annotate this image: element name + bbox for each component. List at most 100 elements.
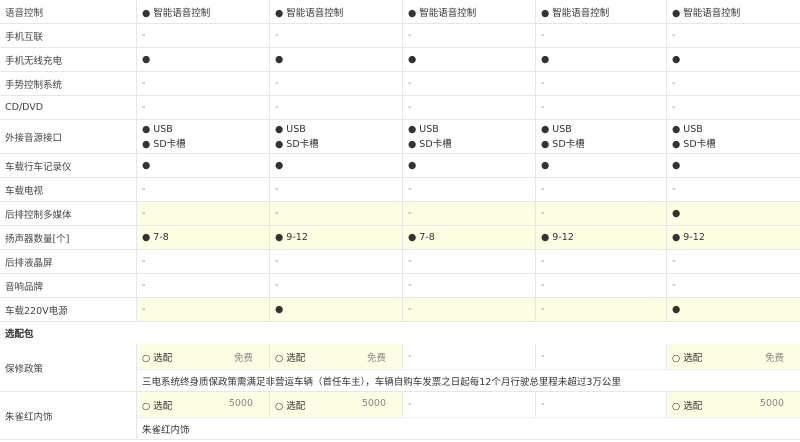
option-price: 免费 [366, 352, 386, 364]
package-note: 三电系统终身质保政策需满足非营运车辆（首任车主），车辆自购车发票之日起每12个月… [136, 369, 800, 392]
value-text: - [408, 280, 412, 291]
option-text: - [408, 399, 412, 410]
option-text: - [541, 351, 545, 362]
value-text: ● 智能语音控制 [275, 7, 344, 19]
value-cell: - [269, 96, 402, 119]
row-label-text: CD/DVD [5, 102, 44, 113]
value-text: - [672, 256, 676, 267]
row-label-text: 车载220V电源 [5, 305, 68, 317]
option-text: ○ 选配 [142, 352, 173, 364]
value-cell: ● 智能语音控制 [136, 0, 269, 23]
value-text: - [541, 304, 545, 315]
value-text: ● SD卡槽 [408, 138, 452, 150]
table-row: 车载行车记录仪 ● ● ● ● ● [0, 154, 800, 178]
option-cell[interactable]: ○ 选配 5000 [666, 392, 800, 417]
value-text: ● SD卡槽 [142, 138, 186, 150]
value-text: ● USB [541, 123, 572, 135]
option-cell[interactable]: ○ 选配 免费 [666, 344, 800, 369]
value-text: ● [672, 54, 681, 65]
value-cell: ● 9-12 [666, 226, 800, 249]
option-text: ○ 选配 [672, 352, 703, 364]
row-label: 音响品牌 [0, 274, 136, 297]
value-text: - [408, 184, 412, 195]
option-cell[interactable]: ○ 选配 免费 [136, 344, 269, 369]
value-cell: - [269, 202, 402, 225]
table-row: CD/DVD - - - - - [0, 96, 800, 120]
value-text: - [408, 102, 412, 113]
row-label-text: 朱雀红内饰 [5, 411, 53, 423]
row-label-text: 音响品牌 [5, 281, 44, 293]
value-cell: ● [136, 154, 269, 177]
value-cell: - [402, 298, 535, 321]
value-cell: ● 9-12 [269, 226, 402, 249]
value-text: - [408, 30, 412, 41]
value-text: ● 9-12 [672, 232, 705, 243]
value-text: ● USB [672, 123, 703, 135]
value-text: ● 7-8 [142, 232, 169, 243]
value-cell: - [136, 24, 269, 47]
option-cell: - [402, 344, 535, 369]
value-text: - [275, 184, 279, 195]
value-cell: ● 7-8 [136, 226, 269, 249]
value-text: ● 智能语音控制 [541, 7, 610, 19]
row-label: 朱雀红内饰 [0, 392, 136, 439]
value-cell: ● 智能语音控制 [535, 0, 666, 23]
row-label-text: 后排液晶屏 [5, 257, 53, 269]
row-label-text: 手机互联 [5, 31, 44, 43]
option-cell[interactable]: ○ 选配 5000 [269, 392, 402, 417]
value-cell: - [136, 202, 269, 225]
option-price: 免费 [764, 352, 784, 364]
table-row: 车载电视 - - - - - [0, 178, 800, 202]
value-cell: ● [666, 202, 800, 225]
config-table: 语音控制 ● 智能语音控制 ● 智能语音控制 ● 智能语音控制 ● 智能语音控制 ● 智能… [0, 0, 800, 442]
value-cell: - [269, 72, 402, 95]
value-text: ● [275, 54, 284, 65]
value-text: - [142, 280, 146, 291]
value-cell: ● [535, 48, 666, 71]
value-cell: - [666, 72, 800, 95]
value-cell: - [269, 178, 402, 201]
value-text: - [408, 208, 412, 219]
row-label: 车载电视 [0, 178, 136, 201]
value-cell: - [402, 24, 535, 47]
value-text: - [672, 184, 676, 195]
value-text: ● 9-12 [541, 232, 574, 243]
section-title: 选配包 [5, 329, 34, 340]
value-cell: ● [269, 154, 402, 177]
value-cell: - [136, 178, 269, 201]
option-cell[interactable]: ○ 选配 5000 [136, 392, 269, 417]
value-text: - [541, 256, 545, 267]
value-text: - [408, 256, 412, 267]
option-cell[interactable]: ○ 选配 免费 [269, 344, 402, 369]
value-text: ● 智能语音控制 [672, 7, 741, 19]
value-text: ● [541, 54, 550, 65]
value-text: ● USB [142, 123, 173, 135]
value-cell: - [402, 96, 535, 119]
value-cell: - [666, 24, 800, 47]
option-cell: - [402, 392, 535, 417]
value-cell: - [136, 96, 269, 119]
option-text: ○ 选配 [275, 400, 306, 412]
row-label: 保修政策 [0, 344, 136, 391]
value-text: ● 智能语音控制 [142, 7, 211, 19]
value-text: - [142, 184, 146, 195]
value-text: - [142, 102, 146, 113]
row-label: 手机无线充电 [0, 48, 136, 71]
value-text: ● USB [408, 123, 439, 135]
row-label: 扬声器数量[个] [0, 226, 136, 249]
value-text: ● [275, 160, 284, 171]
value-cell: - [535, 72, 666, 95]
value-cell: - [402, 274, 535, 297]
value-cell: - [666, 250, 800, 273]
table-row: 扬声器数量[个] ● 7-8 ● 9-12 ● 7-8 ● 9-12 ● 9-12 [0, 226, 800, 250]
value-text: ● [672, 160, 681, 171]
value-cell: ● 智能语音控制 [269, 0, 402, 23]
option-text: ○ 选配 [672, 400, 703, 412]
table-row: 外接音源接口 ● USB ● SD卡槽 ● USB ● SD卡槽 ● USB ● SD卡槽 ●… [0, 120, 800, 154]
row-label: 外接音源接口 [0, 120, 136, 153]
value-text: ● [541, 160, 550, 171]
table-row: 手机无线充电 ● ● ● ● ● [0, 48, 800, 72]
value-cell: - [535, 96, 666, 119]
option-price: 免费 [233, 352, 253, 364]
value-text: - [541, 30, 545, 41]
